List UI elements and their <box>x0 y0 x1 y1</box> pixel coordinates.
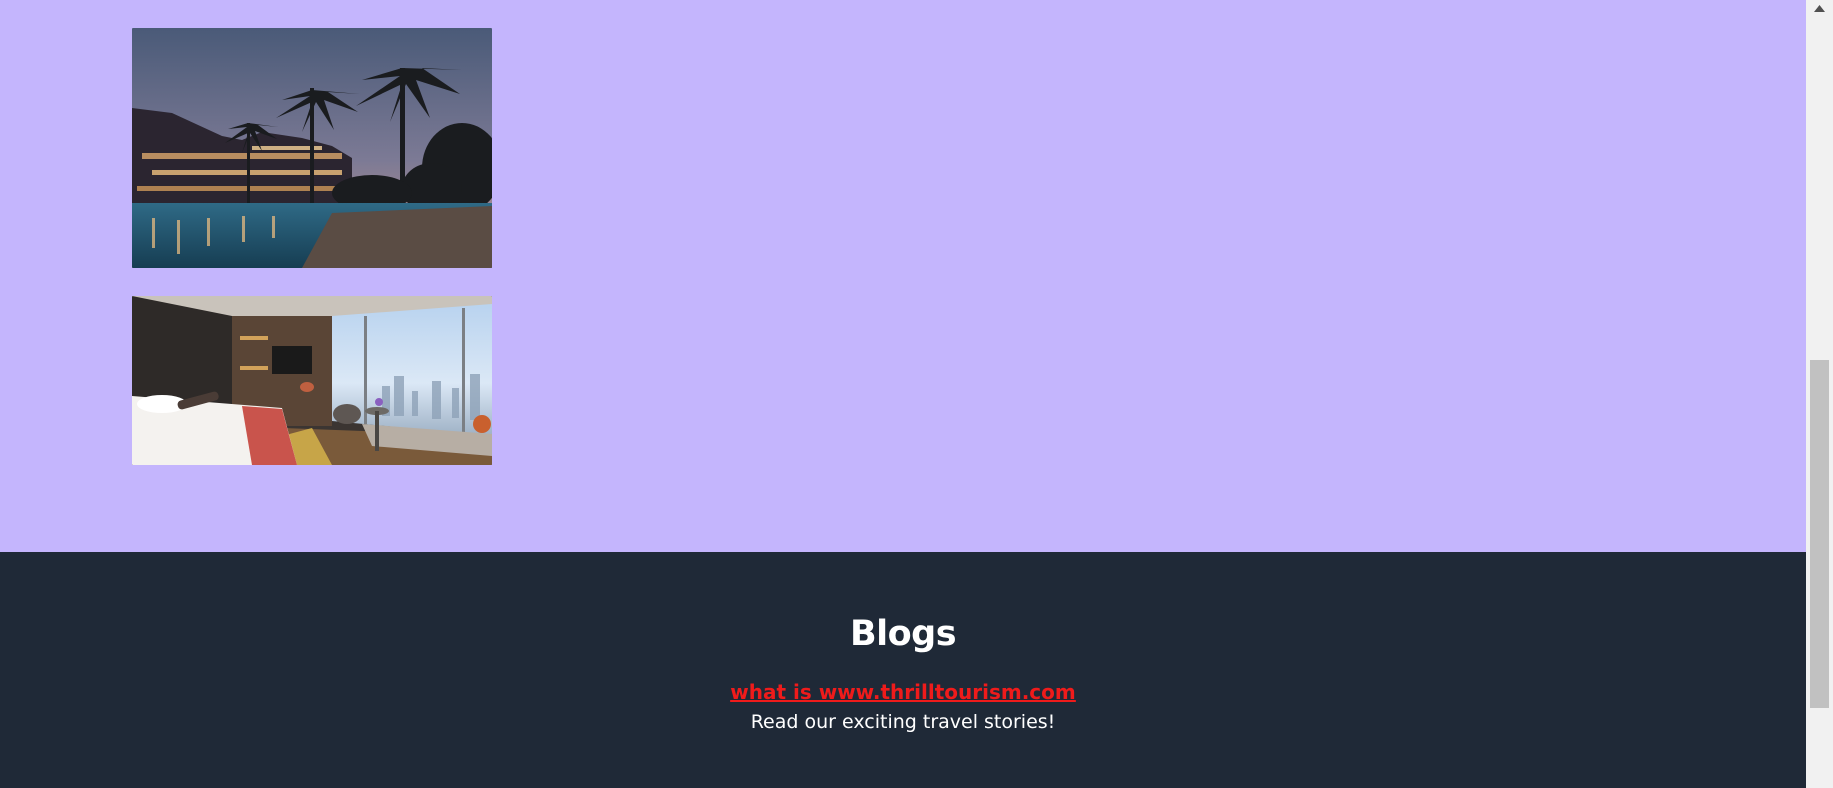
blogs-tagline: Read our exciting travel stories! <box>750 711 1056 733</box>
blog-link-container: what is www.thrilltourism.com <box>0 676 1806 708</box>
chevron-up-icon[interactable] <box>1806 0 1833 17</box>
blogs-heading: Blogs <box>849 614 957 654</box>
blogs-footer: Blogs what is www.thrilltourism.com Read… <box>0 552 1806 788</box>
vertical-scrollbar[interactable] <box>1806 0 1833 788</box>
hotel-room-city-view-image <box>132 296 492 465</box>
scrollbar-thumb[interactable] <box>1810 360 1829 708</box>
page: Blogs what is www.thrilltourism.com Read… <box>0 0 1833 788</box>
resort-pool-night-image <box>132 28 492 268</box>
thrilltourism-link[interactable]: what is www.thrilltourism.com <box>730 680 1075 704</box>
gallery-section <box>0 0 1806 552</box>
